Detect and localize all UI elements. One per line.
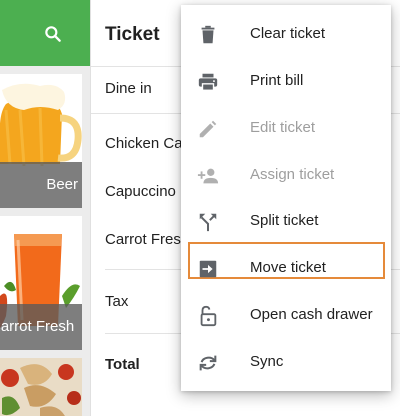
menu-item-clear-ticket[interactable]: Clear ticket: [181, 11, 391, 57]
ticket-title: Ticket: [105, 24, 160, 45]
items-header: [0, 0, 90, 66]
split-icon: [199, 213, 217, 232]
pencil-icon: [199, 120, 217, 138]
product-name: Beer: [0, 162, 82, 208]
sync-icon: [199, 355, 217, 371]
menu-item-assign-ticket[interactable]: Assign ticket: [181, 152, 391, 198]
menu-item-split-ticket[interactable]: Split ticket: [181, 198, 391, 244]
product-name: Carrot Fresh: [0, 304, 82, 350]
menu-item-label: Print bill: [250, 72, 304, 89]
menu-item-label: Open cash drawer: [250, 306, 373, 323]
menu-item-sync[interactable]: Sync: [181, 339, 391, 385]
menu-item-open-cash-drawer[interactable]: Open cash drawer: [181, 292, 391, 338]
move-icon: [199, 260, 217, 278]
menu-item-label: Split ticket: [250, 212, 319, 229]
menu-item-edit-ticket[interactable]: Edit ticket: [181, 105, 391, 151]
printer-icon: [198, 73, 218, 91]
menu-item-label: Assign ticket: [250, 166, 335, 183]
menu-item-move-ticket[interactable]: Move ticket: [181, 242, 391, 291]
product-grid: Beer Carrot Fresh: [0, 66, 90, 416]
product-tile-carrot-fresh[interactable]: Carrot Fresh: [0, 216, 82, 350]
menu-item-label: Move ticket: [250, 259, 326, 276]
product-tile-beer[interactable]: Beer: [0, 74, 82, 208]
menu-item-label: Clear ticket: [250, 25, 326, 42]
menu-item-label: Edit ticket: [250, 119, 316, 136]
salad-image: [0, 358, 82, 416]
search-icon[interactable]: [43, 24, 63, 44]
ticket-options-menu: Clear ticket Print bill Edit ticket Assi…: [181, 5, 391, 391]
menu-item-label: Sync: [250, 353, 284, 370]
trash-icon: [201, 25, 215, 44]
person-add-icon: [197, 168, 219, 184]
unlock-icon: [200, 305, 217, 327]
menu-item-print-bill[interactable]: Print bill: [181, 58, 391, 104]
product-tile-salad[interactable]: [0, 358, 82, 416]
